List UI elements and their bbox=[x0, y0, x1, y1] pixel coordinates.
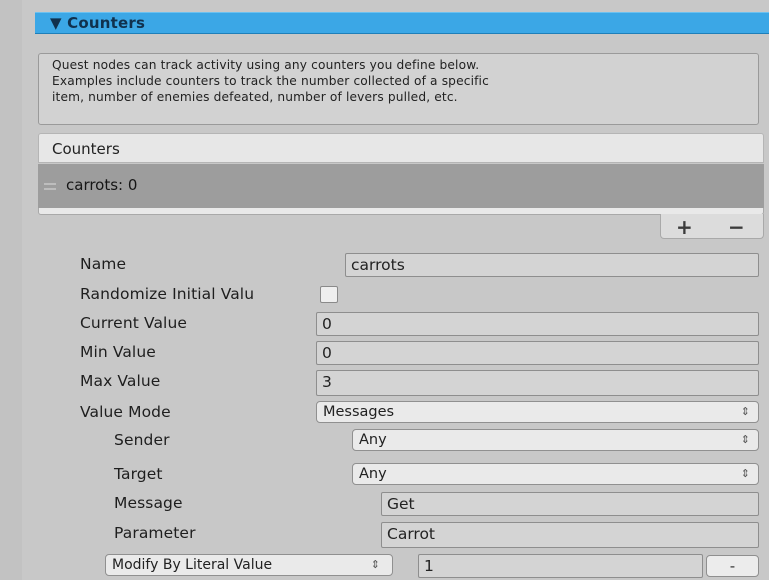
add-counter-button[interactable]: + bbox=[676, 216, 693, 238]
value-mode-label: Value Mode bbox=[80, 403, 171, 421]
message-label: Message bbox=[114, 494, 183, 512]
modify-amount-field[interactable]: 1 bbox=[418, 554, 703, 578]
name-field[interactable]: carrots bbox=[345, 253, 759, 277]
parameter-label: Parameter bbox=[114, 524, 196, 542]
name-label: Name bbox=[80, 255, 127, 273]
randomize-label: Randomize Initial Valu bbox=[80, 285, 255, 303]
help-text-line: item, number of enemies defeated, number… bbox=[52, 90, 458, 104]
value-mode-value: Messages bbox=[323, 404, 395, 420]
remove-counter-button[interactable]: − bbox=[728, 216, 745, 238]
counters-list-title: Counters bbox=[52, 140, 120, 158]
target-dropdown[interactable]: Any ⇕ bbox=[352, 463, 759, 485]
counters-foldout-title[interactable]: ▼ Counters bbox=[50, 13, 145, 33]
help-text-line: Quest nodes can track activity using any… bbox=[52, 58, 480, 72]
drag-handle-icon[interactable] bbox=[44, 183, 56, 191]
dropdown-arrows-icon: ⇕ bbox=[740, 405, 750, 418]
min-value-field[interactable]: 0 bbox=[316, 341, 759, 365]
list-item-selected[interactable] bbox=[38, 164, 764, 208]
min-value-label: Min Value bbox=[80, 343, 156, 361]
dropdown-arrows-icon: ⇕ bbox=[740, 467, 750, 480]
current-value-label: Current Value bbox=[80, 314, 188, 332]
left-gutter bbox=[0, 0, 22, 580]
sender-label: Sender bbox=[114, 431, 170, 449]
dropdown-arrows-icon: ⇕ bbox=[740, 433, 750, 446]
help-text-line: Examples include counters to track the n… bbox=[52, 74, 489, 88]
counters-list-header bbox=[38, 133, 764, 163]
sender-dropdown[interactable]: Any ⇕ bbox=[352, 429, 759, 451]
parameter-field[interactable]: Carrot bbox=[381, 522, 759, 548]
sender-value: Any bbox=[359, 432, 387, 448]
modify-minus-button[interactable]: - bbox=[706, 555, 759, 577]
value-mode-dropdown[interactable]: Messages ⇕ bbox=[316, 401, 759, 423]
max-value-field[interactable]: 3 bbox=[316, 370, 759, 396]
modify-mode-dropdown[interactable]: Modify By Literal Value ⇕ bbox=[105, 554, 393, 576]
target-value: Any bbox=[359, 466, 387, 482]
max-value-label: Max Value bbox=[80, 372, 161, 390]
dropdown-arrows-icon: ⇕ bbox=[370, 558, 380, 571]
target-label: Target bbox=[114, 465, 163, 483]
modify-mode-value: Modify By Literal Value bbox=[112, 557, 273, 573]
message-field[interactable]: Get bbox=[381, 492, 759, 516]
randomize-checkbox[interactable] bbox=[320, 286, 338, 303]
list-item-label[interactable]: carrots: 0 bbox=[66, 175, 137, 195]
counters-list-footer bbox=[38, 208, 764, 215]
current-value-field[interactable]: 0 bbox=[316, 312, 759, 336]
